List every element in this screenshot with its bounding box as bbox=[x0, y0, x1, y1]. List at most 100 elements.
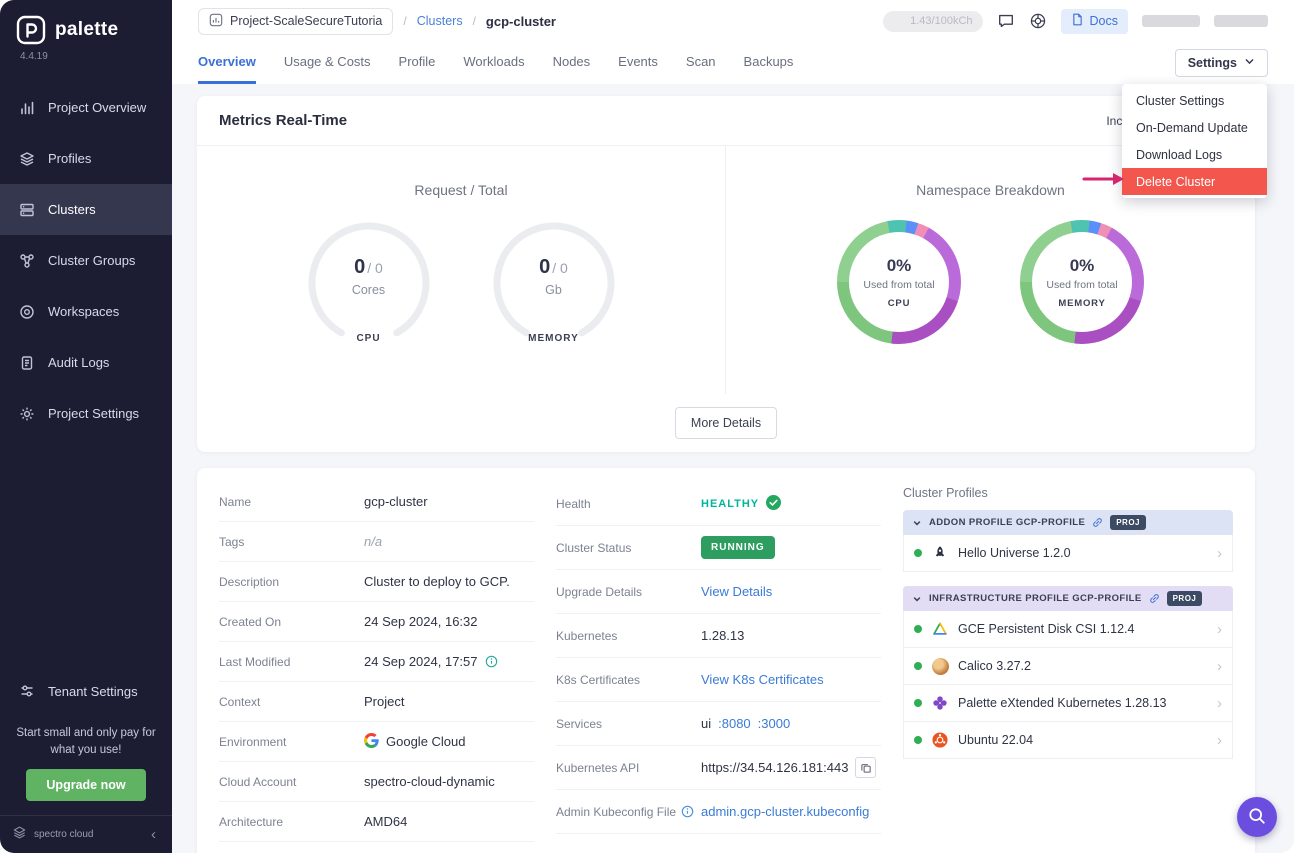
tab-backups[interactable]: Backups bbox=[744, 54, 794, 84]
tab-workloads[interactable]: Workloads bbox=[463, 54, 524, 84]
magnifier-icon bbox=[1247, 806, 1267, 829]
help-lifebuoy-icon[interactable] bbox=[1029, 12, 1047, 30]
kubeconfig-download-link[interactable]: admin.gcp-cluster.kubeconfig bbox=[701, 804, 869, 819]
profile-item-palette-extended-kubernetes[interactable]: Palette eXtended Kubernetes 1.28.13 › bbox=[903, 685, 1233, 722]
top-bar: Project-ScaleSecureTutoria / Clusters / … bbox=[172, 0, 1294, 42]
view-k8s-certificates-link[interactable]: View K8s Certificates bbox=[701, 672, 824, 687]
sidebar-item-label: Workspaces bbox=[48, 304, 119, 319]
settings-button[interactable]: Settings bbox=[1175, 49, 1268, 77]
menu-item-download-logs[interactable]: Download Logs bbox=[1122, 141, 1267, 168]
infrastructure-profile-group: INFRASTRUCTURE PROFILE GCP-PROFILE PROJ … bbox=[903, 586, 1233, 759]
server-list-icon bbox=[19, 202, 35, 218]
copy-icon[interactable] bbox=[855, 757, 876, 778]
sidebar-item-clusters[interactable]: Clusters bbox=[0, 184, 172, 235]
pxk-icon bbox=[931, 694, 949, 712]
info-icon[interactable] bbox=[681, 805, 694, 818]
info-icon[interactable] bbox=[485, 655, 498, 668]
addon-profile-group: ADDON PROFILE GCP-PROFILE PROJ Hello Uni… bbox=[903, 510, 1233, 572]
detail-row-tags: Tags n/a bbox=[219, 522, 534, 562]
project-selector-chip[interactable]: Project-ScaleSecureTutoria bbox=[198, 8, 393, 35]
breadcrumb-separator: / bbox=[473, 14, 476, 28]
menu-item-on-demand-update[interactable]: On-Demand Update bbox=[1122, 114, 1267, 141]
memory-request-gauge: 0/ 0 Gb MEMORY bbox=[491, 220, 617, 346]
sidebar-item-cluster-groups[interactable]: Cluster Groups bbox=[0, 235, 172, 286]
sidebar-item-project-settings[interactable]: Project Settings bbox=[0, 388, 172, 439]
tab-overview[interactable]: Overview bbox=[198, 54, 256, 84]
detail-row-health: Health HEALTHY bbox=[556, 482, 881, 526]
cpu-request-gauge: 0/ 0 Cores CPU bbox=[306, 220, 432, 346]
view-details-link[interactable]: View Details bbox=[701, 584, 772, 599]
project-name: Project-ScaleSecureTutoria bbox=[230, 14, 382, 28]
sidebar-item-label: Project Settings bbox=[48, 406, 139, 421]
cluster-details-card: Name gcp-cluster Tags n/a Description Cl… bbox=[197, 468, 1255, 853]
donut-percent: 0% bbox=[887, 256, 912, 276]
profile-group-name: INFRASTRUCTURE PROFILE GCP-PROFILE bbox=[929, 593, 1142, 604]
profile-item-calico[interactable]: Calico 3.27.2 › bbox=[903, 648, 1233, 685]
sidebar-item-label: Cluster Groups bbox=[48, 253, 135, 268]
cluster-tab-bar: Overview Usage & Costs Profile Workloads… bbox=[172, 42, 1294, 84]
tab-events[interactable]: Events bbox=[618, 54, 658, 84]
chevron-right-icon: › bbox=[1217, 658, 1222, 675]
link-icon[interactable] bbox=[1092, 517, 1103, 528]
sidebar-spacer bbox=[0, 439, 172, 666]
sidebar: palette 4.4.19 Project Overview Profiles… bbox=[0, 0, 172, 853]
sidebar-item-profiles[interactable]: Profiles bbox=[0, 133, 172, 184]
sidebar-item-audit-logs[interactable]: Audit Logs bbox=[0, 337, 172, 388]
tab-nodes[interactable]: Nodes bbox=[553, 54, 591, 84]
brand-name: palette bbox=[55, 19, 118, 41]
service-port-8080-link[interactable]: :8080 bbox=[718, 716, 751, 731]
sidebar-item-tenant-settings[interactable]: Tenant Settings bbox=[0, 666, 172, 717]
chevron-right-icon: › bbox=[1217, 732, 1222, 749]
calico-icon bbox=[931, 657, 949, 675]
infrastructure-profile-header[interactable]: INFRASTRUCTURE PROFILE GCP-PROFILE PROJ bbox=[903, 586, 1233, 611]
gauge-unit: Gb bbox=[545, 283, 562, 297]
detail-row-kubernetes-api: Kubernetes API https://34.54.126.181:443 bbox=[556, 746, 881, 790]
docs-button[interactable]: Docs bbox=[1061, 9, 1128, 34]
palette-logo-icon bbox=[16, 15, 46, 45]
sidebar-footer: spectro cloud ‹ bbox=[0, 815, 172, 853]
sidebar-item-workspaces[interactable]: Workspaces bbox=[0, 286, 172, 337]
addon-profile-header[interactable]: ADDON PROFILE GCP-PROFILE PROJ bbox=[903, 510, 1233, 535]
profile-item-hello-universe[interactable]: Hello Universe 1.2.0 › bbox=[903, 535, 1233, 572]
profile-item-ubuntu[interactable]: Ubuntu 22.04 › bbox=[903, 722, 1233, 759]
upgrade-promo-text: Start small and only pay for what you us… bbox=[0, 717, 172, 770]
status-dot-icon bbox=[914, 625, 922, 633]
detail-row-k8s-certificates: K8s Certificates View K8s Certificates bbox=[556, 658, 881, 702]
metrics-body: Request / Total 0/ 0 Cores CPU bbox=[197, 146, 1255, 394]
details-middle-column: Health HEALTHY Cluster Status RUNNING Up… bbox=[556, 482, 881, 853]
version-label: 4.4.19 bbox=[0, 47, 172, 62]
tab-scan[interactable]: Scan bbox=[686, 54, 716, 84]
tab-usage-costs[interactable]: Usage & Costs bbox=[284, 54, 371, 84]
service-port-3000-link[interactable]: :3000 bbox=[758, 716, 791, 731]
detail-row-services: Services ui :8080 :3000 bbox=[556, 702, 881, 746]
gear-icon bbox=[19, 406, 35, 422]
profile-item-gce-csi[interactable]: GCE Persistent Disk CSI 1.12.4 › bbox=[903, 611, 1233, 648]
tab-profile[interactable]: Profile bbox=[399, 54, 436, 84]
upgrade-now-button[interactable]: Upgrade now bbox=[26, 769, 145, 801]
more-details-button[interactable]: More Details bbox=[675, 407, 777, 439]
link-icon[interactable] bbox=[1149, 593, 1160, 604]
sidebar-item-project-overview[interactable]: Project Overview bbox=[0, 82, 172, 133]
chevron-right-icon: › bbox=[1217, 695, 1222, 712]
menu-item-delete-cluster[interactable]: Delete Cluster bbox=[1122, 168, 1267, 195]
sliders-icon bbox=[19, 683, 35, 699]
spectro-cloud-logo-icon bbox=[12, 825, 27, 845]
docs-button-label: Docs bbox=[1090, 14, 1118, 28]
help-fab-button[interactable] bbox=[1237, 797, 1277, 837]
redacted-user-info bbox=[1142, 15, 1200, 27]
breadcrumb-separator: / bbox=[403, 14, 406, 28]
sidebar-collapse-icon[interactable]: ‹ bbox=[147, 826, 160, 843]
metrics-title: Metrics Real-Time bbox=[219, 112, 347, 129]
metrics-card-header: Metrics Real-Time Incl bbox=[197, 96, 1255, 146]
docs-icon bbox=[1071, 13, 1084, 29]
gauge-total: / 0 bbox=[552, 260, 568, 276]
top-bar-actions: 1.43/100kCh Docs bbox=[883, 9, 1268, 34]
sidebar-item-label: Clusters bbox=[48, 202, 96, 217]
ubuntu-icon bbox=[931, 731, 949, 749]
detail-row-architecture: Architecture AMD64 bbox=[219, 802, 534, 842]
chat-icon[interactable] bbox=[997, 12, 1015, 30]
menu-item-cluster-settings[interactable]: Cluster Settings bbox=[1122, 87, 1267, 114]
breadcrumb-clusters-link[interactable]: Clusters bbox=[417, 14, 463, 28]
chevron-right-icon: › bbox=[1217, 621, 1222, 638]
metrics-card: Metrics Real-Time Incl Request / Total 0… bbox=[197, 96, 1255, 452]
